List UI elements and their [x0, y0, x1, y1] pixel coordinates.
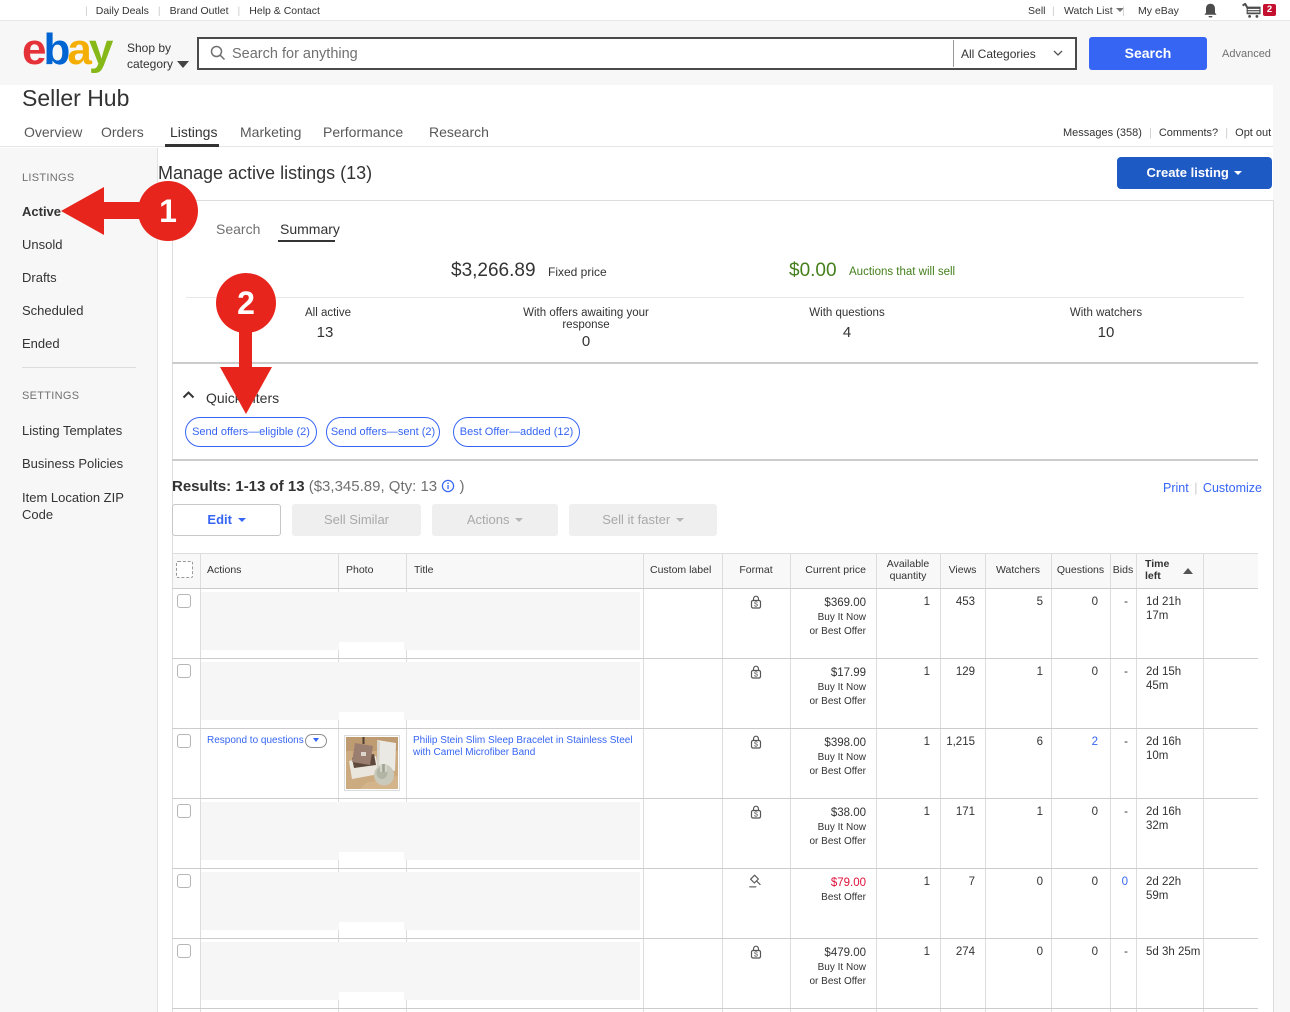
svg-text:$: $: [754, 811, 758, 818]
svg-text:$: $: [754, 671, 758, 678]
svg-text:$: $: [754, 951, 758, 958]
svg-text:$: $: [754, 601, 758, 608]
svg-text:$: $: [754, 741, 758, 748]
